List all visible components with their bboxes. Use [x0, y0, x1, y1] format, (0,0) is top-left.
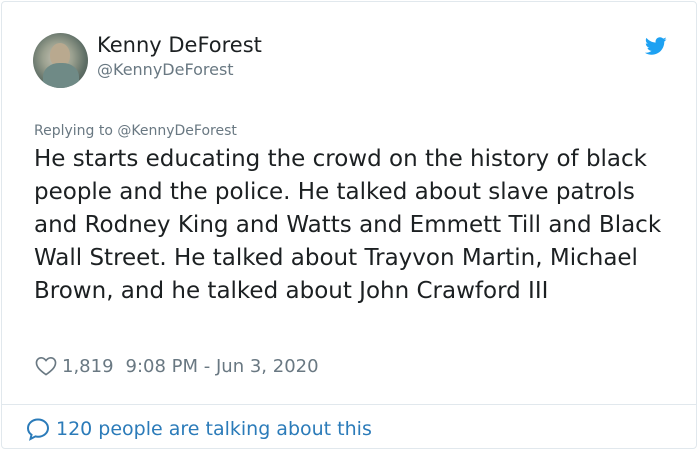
replying-to-handle[interactable]: @KennyDeForest — [117, 123, 237, 139]
talking-about-link[interactable]: 120 people are talking about this — [26, 416, 372, 442]
divider — [2, 404, 696, 405]
avatar-body — [43, 63, 79, 88]
replying-to-label: Replying to — [34, 123, 113, 139]
timestamp[interactable]: 9:08 PM - Jun 3, 2020 — [126, 356, 319, 377]
tweet-card: Kenny DeForest @KennyDeForest Replying t… — [1, 1, 697, 449]
talking-about-label: 120 people are talking about this — [56, 418, 372, 440]
avatar[interactable] — [33, 33, 88, 88]
replying-to: Replying to @KennyDeForest — [34, 123, 237, 139]
speech-bubble-icon — [26, 418, 50, 441]
like-count[interactable]: 1,819 — [62, 356, 114, 377]
author-name[interactable]: Kenny DeForest — [97, 33, 262, 57]
author-handle[interactable]: @KennyDeForest — [97, 60, 234, 79]
tweet-meta: 1,819 9:08 PM - Jun 3, 2020 — [35, 354, 319, 378]
twitter-bird-icon[interactable] — [643, 35, 669, 57]
tweet-text: He starts educating the crowd on the his… — [34, 146, 662, 304]
heart-icon[interactable] — [35, 356, 57, 376]
